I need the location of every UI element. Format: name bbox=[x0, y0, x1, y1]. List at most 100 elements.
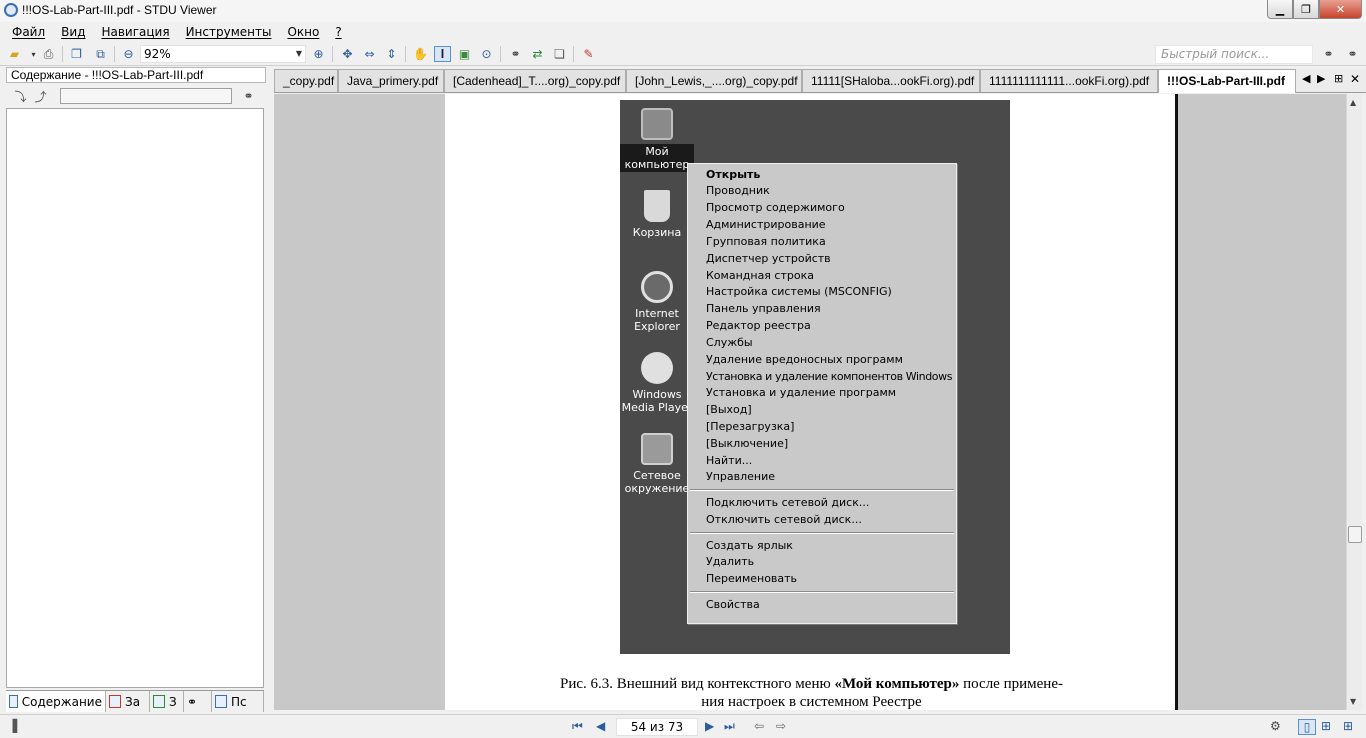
menu-separator bbox=[690, 489, 954, 491]
menu-help[interactable]: ? bbox=[327, 25, 349, 39]
tab-document[interactable]: Java_primery.pdf bbox=[338, 69, 444, 92]
menu-item: Открыть bbox=[706, 168, 761, 181]
zoom-out-icon[interactable]: ⊖ bbox=[120, 46, 137, 62]
menu-view[interactable]: Вид bbox=[53, 25, 93, 39]
find-icon[interactable]: ⚭ bbox=[507, 46, 524, 62]
collapse-icon[interactable]: ⤴ bbox=[32, 88, 49, 104]
zoom-value: 92% bbox=[144, 47, 171, 61]
recycle-bin-icon bbox=[644, 190, 670, 222]
tab-document[interactable]: 1111111111111...ookFi.org).pdf bbox=[980, 69, 1158, 92]
toolbar: ▰ ▾ ⎙ ❐ ⧉ ⊖ 92% ▼ ⊕ ✥ ⇔ ⇕ ✋ 𝐈 ▣ ⊙ ⚭ ⇄ ❏ … bbox=[0, 42, 1366, 66]
close-button[interactable]: ✕ bbox=[1319, 0, 1362, 19]
menu-item: Командная строка bbox=[706, 269, 814, 282]
zoom-tool-icon[interactable]: ⊙ bbox=[478, 46, 495, 62]
tab-prev-icon[interactable]: ◀ bbox=[1302, 72, 1310, 85]
contents-toolbar: ⤵ ⤴ ⚭ bbox=[4, 86, 268, 108]
status-bar: ▐ ⏮ ◀ 54 из 73 ▶ ⏭ ⇦ ⇨ ⚙ ▯ ⊞ ⊞ bbox=[0, 714, 1366, 738]
zoom-in-icon[interactable]: ⊕ bbox=[310, 46, 327, 62]
tab-document[interactable]: [John_Lewis,_....org)_copy.pdf bbox=[626, 69, 802, 92]
replace-icon[interactable]: ⇄ bbox=[529, 46, 546, 62]
fit-height-icon[interactable]: ⇕ bbox=[383, 46, 400, 62]
two-page-view-icon[interactable]: ⊞ bbox=[1321, 719, 1331, 733]
tab-search[interactable]: ⚭ bbox=[184, 691, 212, 712]
search-next-icon[interactable]: ⚭ bbox=[1320, 46, 1337, 62]
quick-search-input[interactable]: Быстрый поиск... bbox=[1155, 45, 1313, 64]
copy-icon[interactable]: ❏ bbox=[551, 46, 568, 62]
desktop-icon-recycle-bin: Корзина bbox=[620, 190, 694, 239]
panel-toggle-icon[interactable]: ▐ bbox=[8, 719, 17, 733]
menu-item: Найти... bbox=[706, 454, 753, 467]
scroll-down-icon[interactable]: ▼ bbox=[1350, 697, 1356, 706]
title-bar: !!!OS-Lab-Part-III.pdf - STDU Viewer ▁ ❐… bbox=[0, 0, 1366, 22]
continuous-view-icon[interactable]: ⊞ bbox=[1343, 719, 1353, 733]
fit-width-icon[interactable]: ⇔ bbox=[361, 46, 378, 62]
tab-pages[interactable]: Пс bbox=[212, 691, 264, 712]
contents-tree[interactable] bbox=[6, 108, 264, 688]
menu-tools[interactable]: Инструменты bbox=[178, 25, 280, 39]
close-tab-icon[interactable]: ✕ bbox=[1350, 72, 1360, 86]
tab-document[interactable]: [Cadenhead]_T....org)_copy.pdf bbox=[444, 69, 626, 92]
figure-caption: Рис. 6.3. Внешний вид контекстного меню … bbox=[560, 676, 1063, 692]
tab-list-icon[interactable]: ⊞ bbox=[1334, 72, 1343, 85]
tab-document[interactable]: 11111[SHaloba...ookFi.org).pdf bbox=[802, 69, 980, 92]
contents-search-icon[interactable]: ⚭ bbox=[240, 88, 257, 104]
zoom-select[interactable]: 92% ▼ bbox=[140, 45, 306, 63]
scroll-up-icon[interactable]: ▲ bbox=[1350, 98, 1356, 107]
fit-page-icon[interactable]: ✥ bbox=[339, 46, 356, 62]
menu-navigation[interactable]: Навигация bbox=[93, 25, 177, 39]
contents-search-input[interactable] bbox=[60, 88, 232, 104]
search-options-icon[interactable]: ⚭ bbox=[1344, 46, 1361, 62]
text-select-icon[interactable]: 𝐈 bbox=[434, 46, 451, 62]
menu-item: Создать ярлык bbox=[706, 539, 793, 552]
vertical-scrollbar[interactable]: ▲ ▼ bbox=[1346, 94, 1362, 710]
desktop-icon-my-computer: Мой компьютер bbox=[620, 108, 694, 172]
back-icon[interactable]: ⇦ bbox=[754, 719, 764, 733]
maximize-button[interactable]: ❐ bbox=[1293, 0, 1319, 19]
hand-tool-icon[interactable]: ✋ bbox=[412, 46, 429, 62]
menu-item: Редактор реестра bbox=[706, 319, 811, 332]
forward-icon[interactable]: ⇨ bbox=[776, 719, 786, 733]
tab-contents[interactable]: Содержание bbox=[6, 691, 106, 712]
window-title: !!!OS-Lab-Part-III.pdf - STDU Viewer bbox=[22, 3, 217, 17]
first-page-icon[interactable]: ⏮ bbox=[572, 719, 583, 734]
binoculars-icon: ⚭ bbox=[187, 694, 198, 709]
document-viewer[interactable]: Мой компьютер Корзина Internet Explorer … bbox=[274, 94, 1346, 710]
scroll-thumb[interactable] bbox=[1348, 526, 1362, 543]
menu-item: Проводник bbox=[706, 184, 770, 197]
menu-item: Управление bbox=[706, 470, 776, 483]
my-computer-icon bbox=[641, 108, 673, 140]
desktop-icon-media-player: Windows Media Player bbox=[620, 352, 694, 414]
window-controls: ▁ ❐ ✕ bbox=[1267, 0, 1362, 19]
single-page-view-icon[interactable]: ▯ bbox=[1298, 719, 1316, 735]
settings-icon[interactable]: ⚙ bbox=[1270, 719, 1281, 733]
copy-page-icon[interactable]: ❐ bbox=[68, 46, 85, 62]
expand-icon[interactable]: ⤵ bbox=[12, 88, 29, 104]
print-icon[interactable]: ⎙ bbox=[40, 46, 57, 62]
thumbnails-icon bbox=[153, 695, 165, 708]
tab-next-icon[interactable]: ▶ bbox=[1317, 72, 1325, 85]
export-icon[interactable]: ⧉ bbox=[92, 46, 109, 62]
open-folder-icon[interactable]: ▰ bbox=[6, 46, 23, 62]
tab-document-active[interactable]: !!!OS-Lab-Part-III.pdf bbox=[1158, 69, 1296, 93]
menu-item: [Выключение] bbox=[706, 437, 789, 450]
menu-item: Удаление вредоносных программ bbox=[706, 353, 903, 366]
page-number-input[interactable]: 54 из 73 bbox=[616, 718, 698, 736]
menu-window[interactable]: Окно bbox=[279, 25, 327, 39]
highlight-icon[interactable]: ✎ bbox=[580, 46, 597, 62]
menu-item: Службы bbox=[706, 336, 753, 349]
desktop-icon-internet-explorer: Internet Explorer bbox=[620, 271, 694, 333]
minimize-button[interactable]: ▁ bbox=[1267, 0, 1293, 19]
menu-file[interactable]: Файл bbox=[4, 25, 53, 39]
tab-document[interactable]: _copy.pdf bbox=[274, 69, 338, 92]
next-page-icon[interactable]: ▶ bbox=[705, 719, 714, 733]
image-select-icon[interactable]: ▣ bbox=[456, 46, 473, 62]
tab-bookmarks[interactable]: За bbox=[106, 691, 150, 712]
menu-item: Настройка системы (MSCONFIG) bbox=[706, 285, 892, 298]
panel-tabs: Содержание За З ⚭ Пс bbox=[6, 690, 264, 712]
figure-caption-line2: ния настроек в системном Реестре bbox=[701, 694, 922, 710]
desktop-icon-network: Сетевое окружение bbox=[620, 433, 694, 495]
prev-page-icon[interactable]: ◀ bbox=[596, 719, 605, 733]
menu-item: Просмотр содержимого bbox=[706, 201, 845, 214]
tab-thumbnails[interactable]: З bbox=[150, 691, 184, 712]
last-page-icon[interactable]: ⏭ bbox=[724, 719, 735, 734]
